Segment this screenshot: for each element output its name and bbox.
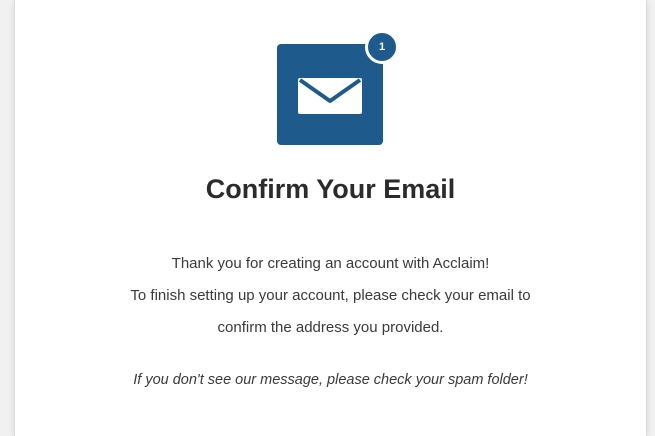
spam-folder-note: If you don't see our message, please che… — [133, 372, 528, 388]
notification-badge: 1 — [365, 30, 399, 64]
confirm-email-card: 1 Confirm Your Email Thank you for creat… — [14, 0, 647, 436]
envelope-icon — [277, 44, 383, 145]
email-notification-icon-group: 1 — [277, 30, 399, 148]
envelope-graphic — [298, 78, 362, 114]
message-line: Thank you for creating an account with A… — [171, 255, 490, 272]
confirmation-message: Thank you for creating an account with A… — [15, 248, 646, 344]
page-title: Confirm Your Email — [205, 174, 456, 204]
message-line: confirm the address you provided. — [217, 319, 444, 336]
message-line: To finish setting up your account, pleas… — [130, 287, 531, 304]
